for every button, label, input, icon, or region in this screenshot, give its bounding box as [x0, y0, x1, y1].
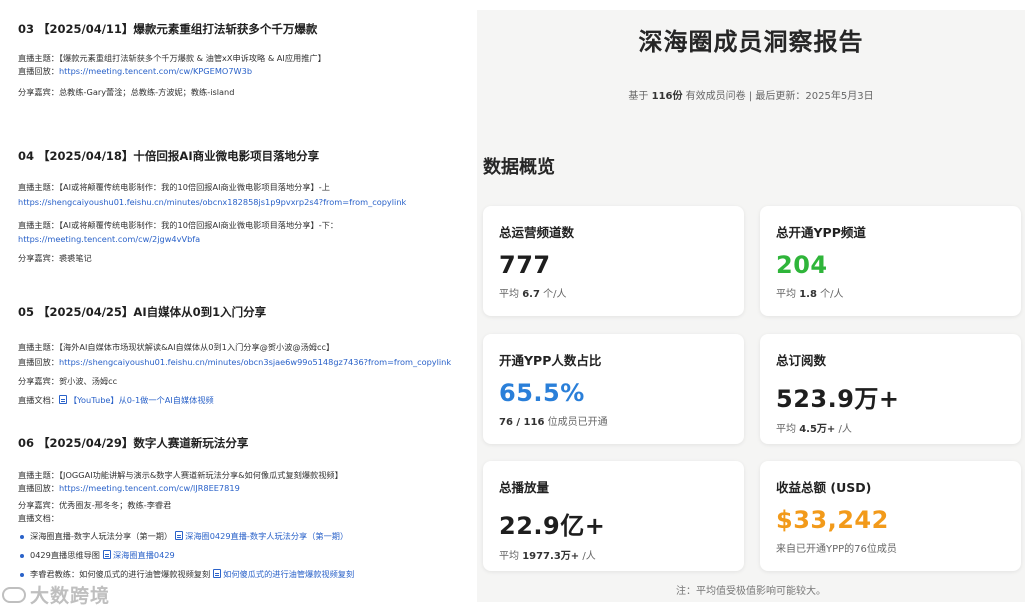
session-06: 06 【2025/04/29】数字人赛道新玩法分享 直播主题：【JOGGAI功能… [18, 435, 468, 580]
stat-sub: 平均 6.7 个/人 [499, 289, 567, 300]
stat-label: 总开通YPP频道 [776, 225, 866, 240]
section-title: 数据概览 [483, 157, 555, 178]
stat-card-subscribers: 总订阅数 523.9万+ 平均 4.5万+ /人 [760, 334, 1021, 444]
stat-value: 523.9万+ [776, 385, 900, 413]
session-topic-part2: 直播主题：【AI或将颠覆传统电影制作：我的10倍回报AI商业微电影项目落地分享】… [18, 220, 339, 230]
replay-link[interactable]: https://meeting.tencent.com/cw/KPGEMO7W3… [59, 66, 252, 76]
replay-link-part1[interactable]: https://shengcaiyoushu01.feishu.cn/minut… [18, 196, 468, 208]
replay-link-part2[interactable]: https://meeting.tencent.com/cw/2jgw4vVbf… [18, 233, 468, 245]
session-title: 03 【2025/04/11】爆款元素重组打法斩获多个千万爆款 [18, 22, 318, 36]
doc-link[interactable]: 深海圈0429直播-数字人玩法分享（第一期） [185, 531, 348, 541]
session-guests: 分享嘉宾：裘裘笔记 [18, 253, 92, 263]
live-sessions-panel: 03 【2025/04/11】爆款元素重组打法斩获多个千万爆款 直播主题：【爆款… [0, 0, 470, 612]
watermark-logo-icon [2, 586, 26, 603]
stat-card-revenue: 收益总额 (USD) $33,242 来自已开通YPP的76位成员 [760, 461, 1021, 571]
doc-icon [102, 550, 111, 559]
doc-icon [58, 395, 67, 404]
stat-label: 总播放量 [499, 480, 550, 495]
member-insight-report: 深海圈成员洞察报告 基于 116份 有效成员问卷 | 最后更新：2025年5月3… [477, 10, 1025, 602]
stat-card-ypp-channels: 总开通YPP频道 204 平均 1.8 个/人 [760, 206, 1021, 316]
stat-card-ypp-ratio: 开通YPP人数占比 65.5% 76 / 116 位成员已开通 [483, 334, 744, 444]
report-subtitle: 基于 116份 有效成员问卷 | 最后更新：2025年5月3日 [628, 91, 874, 102]
session-guests: 分享嘉宾：优秀圈友-邢冬冬；教练-李睿君 [18, 500, 172, 510]
session-guests: 分享嘉宾：总教练-Gary蕾淦；总教练-方波妮；教练-island [18, 87, 235, 97]
session-03: 03 【2025/04/11】爆款元素重组打法斩获多个千万爆款 直播主题：【爆款… [18, 21, 468, 98]
session-replay: 直播回放：https://shengcaiyoushu01.feishu.cn/… [18, 357, 452, 367]
list-item: 0429直播思维导图 深海圈直播0429 [18, 549, 468, 561]
doc-link[interactable]: 【YouTube】从0-1做一个AI自媒体视频 [69, 395, 214, 405]
stat-label: 收益总额 (USD) [776, 480, 872, 495]
session-05: 05 【2025/04/25】AI自媒体从0到1入门分享 直播主题：【海外AI自… [18, 304, 468, 406]
session-replay: 直播回放：https://meeting.tencent.com/cw/KPGE… [18, 66, 253, 76]
session-topic: 直播主题：【爆款元素重组打法斩获多个千万爆款 & 油管xX申诉攻略 & AI应用… [18, 53, 326, 63]
stat-sub: 来自已开通YPP的76位成员 [776, 544, 897, 555]
doc-link[interactable]: 如何傻瓜式的进行油管爆款视频复刻 [223, 569, 354, 579]
stat-value: $33,242 [776, 506, 889, 534]
doc-icon [175, 531, 184, 540]
stat-label: 开通YPP人数占比 [499, 353, 602, 368]
stat-sub: 平均 1977.3万+ /人 [499, 551, 596, 562]
stat-value: 777 [499, 251, 551, 279]
session-04: 04 【2025/04/18】十倍回报AI商业微电影项目落地分享 直播主题：【A… [18, 148, 468, 264]
stat-label: 总运营频道数 [499, 225, 575, 240]
session-topic: 直播主题：【海外AI自媒体市场现状解读&AI自媒体从0到1入门分享@贺小波@汤姆… [18, 342, 335, 352]
doc-icon [213, 569, 222, 578]
stat-sub: 平均 1.8 个/人 [776, 289, 844, 300]
stat-value: 65.5% [499, 379, 585, 407]
stat-value: 204 [776, 251, 828, 279]
footnote: 注：平均值受极值影响可能较大。 [676, 586, 826, 597]
session-title: 05 【2025/04/25】AI自媒体从0到1入门分享 [18, 305, 267, 319]
stat-sub: 平均 4.5万+ /人 [776, 424, 852, 435]
session-guests: 分享嘉宾：贺小波、汤姆cc [18, 376, 118, 386]
watermark: 大数跨境 [2, 581, 110, 608]
list-item: 深海圈直播-数字人玩法分享（第一期） 深海圈0429直播-数字人玩法分享（第一期） [18, 530, 468, 542]
session-docs-label: 直播文档： [18, 513, 59, 523]
stat-value: 22.9亿+ [499, 512, 606, 540]
report-title: 深海圈成员洞察报告 [638, 28, 864, 56]
list-item: 李睿君教练：如何傻瓜式的进行油管爆款视频复刻 如何傻瓜式的进行油管爆款视频复刻 [18, 568, 468, 580]
session-title: 04 【2025/04/18】十倍回报AI商业微电影项目落地分享 [18, 149, 320, 163]
stat-sub: 76 / 116 位成员已开通 [499, 417, 608, 428]
stat-card-channels: 总运营频道数 777 平均 6.7 个/人 [483, 206, 744, 316]
replay-link[interactable]: https://meeting.tencent.com/cw/lJR8EE781… [59, 483, 240, 493]
stat-label: 总订阅数 [776, 353, 827, 368]
session-topic: 直播主题：【AI或将颠覆传统电影制作：我的10倍回报AI商业微电影项目落地分享】… [18, 182, 330, 192]
session-docs: 直播文档： 【YouTube】从0-1做一个AI自媒体视频 [18, 395, 214, 405]
replay-link[interactable]: https://shengcaiyoushu01.feishu.cn/minut… [59, 357, 451, 367]
session-topic: 直播主题：【JOGGAI功能讲解与演示&数字人赛道新玩法分享&如何像瓜式复刻爆款… [18, 470, 343, 480]
session-replay: 直播回放：https://meeting.tencent.com/cw/lJR8… [18, 483, 240, 493]
stat-card-views: 总播放量 22.9亿+ 平均 1977.3万+ /人 [483, 461, 744, 571]
doc-link[interactable]: 深海圈直播0429 [113, 550, 175, 560]
session-title: 06 【2025/04/29】数字人赛道新玩法分享 [18, 436, 249, 450]
